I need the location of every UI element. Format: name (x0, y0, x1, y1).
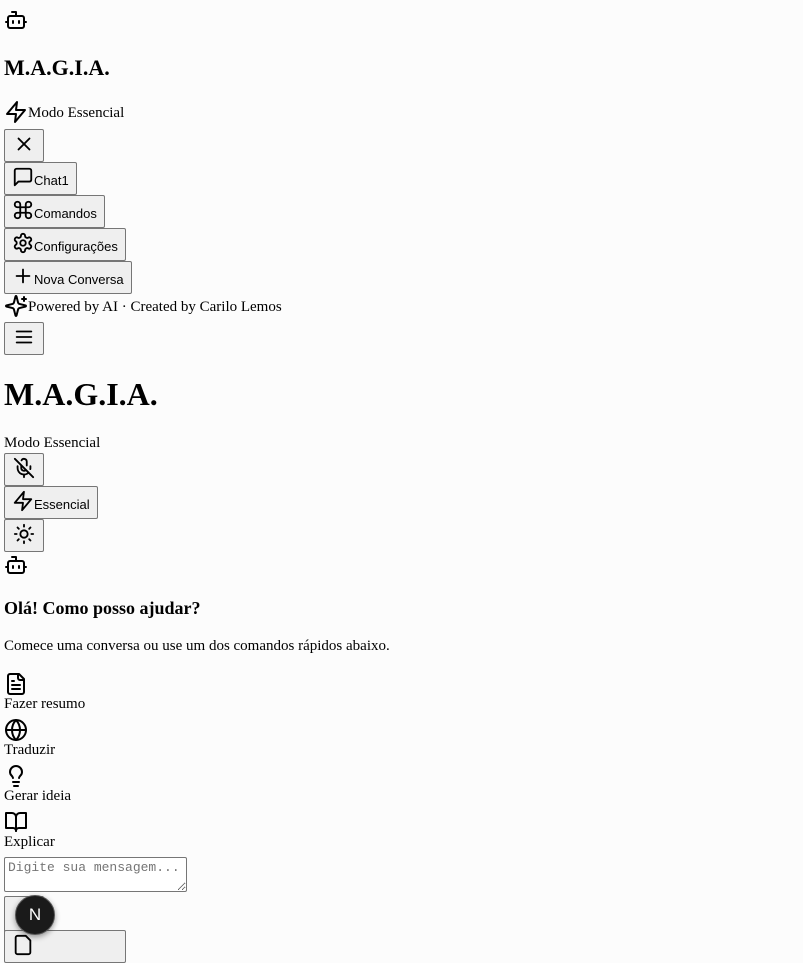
welcome-text: Comece uma conversa ou use um dos comand… (4, 638, 390, 654)
file-text-icon (4, 672, 85, 696)
quick-command-summary[interactable]: Fazer resumo (4, 672, 85, 713)
lightbulb-icon (4, 764, 71, 788)
sparkles-icon (4, 294, 28, 318)
dev-indicator-badge[interactable]: N (15, 895, 55, 935)
new-conversation-button[interactable]: Nova Conversa (4, 261, 132, 294)
plus-icon (12, 265, 34, 287)
quick-command-translate[interactable]: Traduzir (4, 718, 55, 759)
page-subtitle: Modo Essencial (4, 435, 101, 451)
sidebar-item-comandos[interactable]: Comandos (4, 195, 105, 228)
bot-icon (4, 8, 28, 32)
sidebar-item-label: Chat1 (34, 173, 69, 188)
quick-command-idea[interactable]: Gerar ideia (4, 764, 71, 805)
sidebar-item-chat1[interactable]: Chat1 (4, 162, 77, 195)
mode-button[interactable]: Essencial (4, 486, 98, 519)
sidebar-footer: Powered by AI · Created by Carilo Lemos (4, 294, 282, 322)
globe-icon (4, 718, 55, 742)
menu-button[interactable] (4, 322, 44, 355)
theme-toggle-button[interactable] (4, 519, 44, 552)
sidebar-brand: M.A.G.I.A. (4, 55, 110, 80)
badge-letter: N (28, 905, 42, 924)
sidebar-item-label: Nova Conversa (34, 272, 124, 287)
zap-icon (4, 100, 28, 124)
quick-command-label: Traduzir (4, 742, 56, 758)
quick-command-label: Explicar (4, 834, 55, 850)
mode-button-label: Essencial (34, 497, 90, 512)
menu-icon (13, 326, 35, 348)
zap-icon (12, 490, 34, 512)
command-icon (12, 199, 34, 221)
page-title: M.A.G.I.A. (4, 376, 158, 412)
quick-command-label: Gerar ideia (4, 788, 72, 804)
welcome-heading: Olá! Como posso ajudar? (4, 598, 201, 618)
close-icon (13, 133, 35, 155)
book-open-icon (4, 810, 55, 834)
quick-command-label: Fazer resumo (4, 696, 86, 712)
sidebar-item-label: Comandos (34, 206, 97, 221)
message-input[interactable] (4, 857, 187, 892)
sidebar-item-label: Configurações (34, 239, 118, 254)
sidebar-mode-label: Modo Essencial (28, 105, 125, 121)
mic-toggle-button[interactable] (4, 453, 44, 486)
attach-button[interactable] (4, 930, 126, 963)
sidebar-mode: Modo Essencial (4, 100, 124, 128)
bot-icon (4, 553, 28, 577)
file-icon (12, 934, 34, 956)
sun-icon (13, 523, 35, 545)
mic-off-icon (13, 457, 35, 479)
close-sidebar-button[interactable] (4, 129, 44, 162)
sidebar-footer-text: Powered by AI · Created by Carilo Lemos (28, 299, 282, 315)
gear-icon (12, 232, 34, 254)
sidebar-item-configuracoes[interactable]: Configurações (4, 228, 126, 261)
message-square-icon (12, 166, 34, 188)
quick-command-explain[interactable]: Explicar (4, 810, 55, 851)
